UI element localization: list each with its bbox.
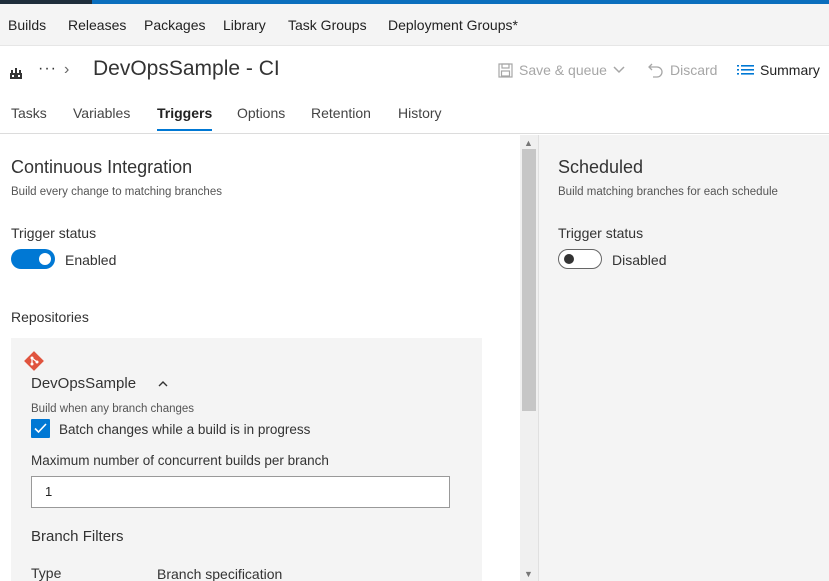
discard-button[interactable]: Discard xyxy=(648,62,717,78)
undo-icon xyxy=(648,63,663,78)
tab-history[interactable]: History xyxy=(398,105,442,121)
save-queue-button[interactable]: Save & queue xyxy=(498,62,625,78)
build-pipeline-icon[interactable] xyxy=(9,66,23,80)
repositories-label: Repositories xyxy=(11,309,89,325)
batch-changes-label: Batch changes while a build is in progre… xyxy=(59,422,311,437)
col-type-header: Type xyxy=(31,565,62,581)
save-queue-label: Save & queue xyxy=(519,62,607,78)
hub-nav-bar: Builds Releases Packages Library Task Gr… xyxy=(0,4,829,46)
scheduled-trigger-status-value: Disabled xyxy=(612,252,667,268)
tab-triggers[interactable]: Triggers xyxy=(157,105,213,131)
nav-item-deployment-groups[interactable]: Deployment Groups* xyxy=(388,17,518,33)
definition-tabs: Tasks Variables Triggers Options Retenti… xyxy=(0,96,829,134)
scheduled-panel: Scheduled Build matching branches for ea… xyxy=(538,135,829,581)
summary-label: Summary xyxy=(760,62,820,78)
ci-trigger-status-label: Trigger status xyxy=(11,225,97,241)
summary-button[interactable]: Summary xyxy=(737,62,820,78)
definition-header: ··· › DevOpsSample - CI Save & queue Dis… xyxy=(0,46,829,96)
more-actions-button[interactable]: ··· xyxy=(38,60,57,78)
scroll-up-icon[interactable]: ▲ xyxy=(524,138,533,148)
chevron-down-icon[interactable] xyxy=(613,66,625,74)
scrollbar-thumb[interactable] xyxy=(522,149,536,411)
repo-name[interactable]: DevOpsSample xyxy=(31,375,136,392)
chevron-right-icon: › xyxy=(64,61,70,78)
continuous-integration-panel: Continuous Integration Build every chang… xyxy=(0,135,520,581)
discard-label: Discard xyxy=(670,62,718,78)
nav-item-builds[interactable]: Builds xyxy=(8,17,46,33)
page-title: DevOpsSample - CI xyxy=(93,57,280,80)
col-branch-spec-header: Branch specification xyxy=(157,566,283,581)
tab-options[interactable]: Options xyxy=(237,105,285,121)
branch-filters-label: Branch Filters xyxy=(31,528,124,545)
git-icon xyxy=(24,351,44,371)
ci-trigger-status-value: Enabled xyxy=(65,252,117,268)
save-icon xyxy=(498,62,513,78)
repository-card: DevOpsSample Build when any branch chang… xyxy=(11,338,482,581)
tab-retention[interactable]: Retention xyxy=(311,105,371,121)
toggle-knob xyxy=(564,254,574,264)
checkmark-icon xyxy=(34,423,47,434)
nav-item-releases[interactable]: Releases xyxy=(68,17,126,33)
nav-item-library[interactable]: Library xyxy=(223,17,266,33)
scheduled-subtitle: Build matching branches for each schedul… xyxy=(558,186,778,198)
scheduled-trigger-toggle[interactable] xyxy=(558,249,602,269)
ci-title: Continuous Integration xyxy=(11,157,193,177)
vertical-scrollbar[interactable]: ▲ ▼ xyxy=(520,135,538,581)
scheduled-trigger-status-label: Trigger status xyxy=(558,225,644,241)
ci-subtitle: Build every change to matching branches xyxy=(11,186,222,198)
ci-trigger-toggle[interactable] xyxy=(11,249,55,269)
repo-description: Build when any branch changes xyxy=(31,403,195,415)
max-builds-input[interactable]: 1 xyxy=(31,476,450,508)
scheduled-title: Scheduled xyxy=(558,157,644,177)
batch-changes-checkbox[interactable] xyxy=(31,419,50,438)
nav-item-task-groups[interactable]: Task Groups xyxy=(288,17,367,33)
tab-variables[interactable]: Variables xyxy=(73,105,130,121)
toggle-knob xyxy=(39,253,51,265)
list-icon xyxy=(737,64,754,75)
tab-tasks[interactable]: Tasks xyxy=(11,105,47,121)
chevron-up-icon[interactable] xyxy=(158,380,168,387)
max-builds-label: Maximum number of concurrent builds per … xyxy=(31,453,329,468)
nav-item-packages[interactable]: Packages xyxy=(144,17,205,33)
scroll-down-icon[interactable]: ▼ xyxy=(524,569,533,579)
